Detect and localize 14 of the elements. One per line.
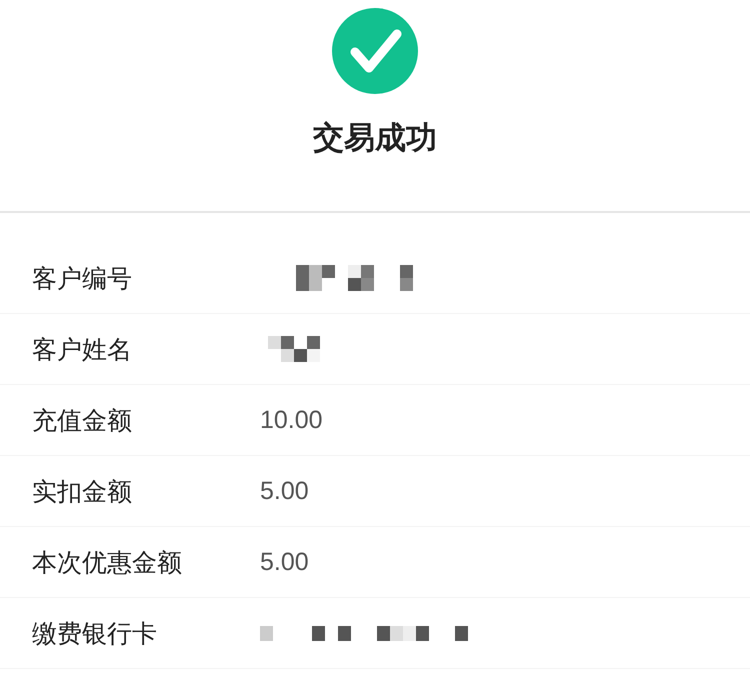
detail-value: 5.00	[260, 476, 309, 506]
detail-value: 10.00	[260, 406, 323, 434]
detail-label: 充值金额	[32, 404, 133, 436]
detail-label: 实扣金额	[32, 476, 133, 508]
detail-label: 缴费银行卡	[32, 618, 158, 650]
detail-label: 客户编号	[32, 262, 133, 294]
status-title: 交易成功	[313, 119, 437, 158]
detail-label: 本次优惠金额	[32, 546, 183, 578]
pixelated-mosaic-icon	[268, 336, 320, 362]
pixelated-mosaic-icon	[260, 626, 468, 640]
success-check-icon	[331, 7, 419, 95]
detail-value: 5.00	[260, 548, 309, 576]
detail-label: 客户姓名	[32, 334, 133, 366]
pixelated-mosaic-icon	[296, 265, 413, 291]
